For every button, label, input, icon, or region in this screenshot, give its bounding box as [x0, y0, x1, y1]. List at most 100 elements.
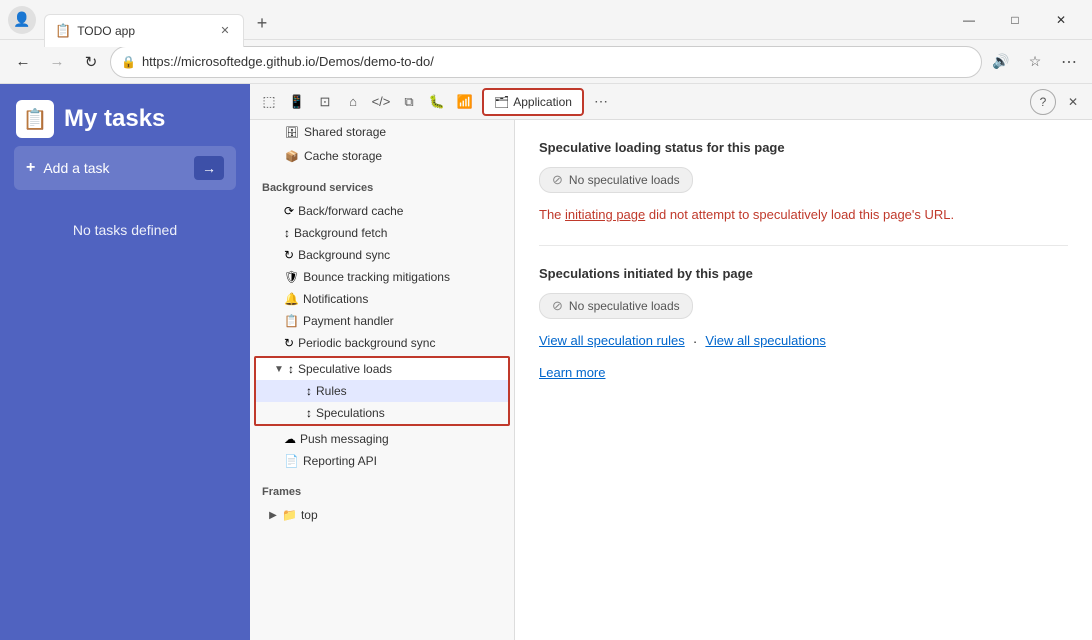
sidebar-tree: 🗄 Shared storage 📦 Cache storage Backgro…	[250, 120, 515, 640]
forward-button: →	[42, 47, 72, 77]
bug-icon[interactable]: 🐛	[424, 89, 450, 115]
learn-more-link[interactable]: Learn more	[539, 365, 605, 380]
back-forward-label: Back/forward cache	[298, 204, 403, 218]
tree-item-notifications[interactable]: 🔔 Notifications	[250, 288, 514, 310]
app-panel: 📋 My tasks + Add a task → No tasks defin…	[0, 84, 250, 640]
close-button[interactable]: ✕	[1038, 4, 1084, 36]
tree-item-speculations[interactable]: ↕ Speculations	[256, 402, 508, 424]
section1-title: Speculative loading status for this page	[539, 140, 1068, 155]
read-aloud-button[interactable]: 🔊	[986, 47, 1016, 77]
frames-header: Frames	[250, 480, 514, 504]
background-services-header: Background services	[250, 176, 514, 200]
toggle-drawer-icon[interactable]: ⊡	[312, 89, 338, 115]
frames-top-expand-icon: ▶	[266, 510, 280, 521]
settings-menu-button[interactable]: ⋯	[1054, 47, 1084, 77]
bounce-tracking-label: Bounce tracking mitigations	[303, 270, 450, 284]
application-tab-icon: 🗂	[494, 95, 509, 109]
speculations-icon: ↕	[306, 406, 312, 420]
no-loads-badge-label-2: No speculative loads	[569, 299, 680, 313]
devtools-toolbar: ⬚ 📱 ⊡ ⌂ </> ⧉ 🐛 📶 🗂 Application ⋯ ? ✕	[250, 84, 1092, 120]
tree-item-back-forward-cache[interactable]: ⟳ Back/forward cache	[250, 200, 514, 222]
device-emulation-icon[interactable]: 📱	[284, 89, 310, 115]
devtools-close-button[interactable]: ✕	[1060, 89, 1086, 115]
tree-item-payment-handler[interactable]: 📋 Payment handler	[250, 310, 514, 332]
tree-item-background-fetch[interactable]: ↕ Background fetch	[250, 222, 514, 244]
arrow-icon: →	[194, 156, 224, 180]
app-title: My tasks	[64, 105, 165, 133]
devtools-more-button[interactable]: ⋯	[588, 89, 614, 115]
application-tab-label: Application	[513, 95, 572, 109]
tab-close-icon[interactable]: ✕	[217, 23, 233, 39]
background-sync-label: Background sync	[298, 248, 390, 262]
push-messaging-label: Push messaging	[300, 432, 389, 446]
tree-item-shared-storage[interactable]: 🗄 Shared storage	[250, 120, 514, 144]
reporting-api-label: Reporting API	[303, 454, 377, 468]
back-forward-icon: ⟳	[284, 204, 294, 218]
payment-handler-label: Payment handler	[303, 314, 394, 328]
tree-item-push-messaging[interactable]: ☁ Push messaging	[250, 428, 514, 450]
cursor-tool-icon[interactable]: ⬚	[256, 89, 282, 115]
no-loads-badge-1: ⊘ No speculative loads	[539, 167, 693, 193]
frames-top-icon: 📁	[282, 508, 297, 522]
tree-item-cache-storage[interactable]: 📦 Cache storage	[250, 144, 514, 168]
no-loads-badge-label-1: No speculative loads	[569, 173, 680, 187]
tree-item-reporting-api[interactable]: 📄 Reporting API	[250, 450, 514, 472]
status-suffix: did not attempt to speculatively load th…	[645, 207, 954, 222]
reporting-api-icon: 📄	[284, 454, 299, 468]
no-loads-badge-icon-2: ⊘	[552, 298, 563, 314]
devtools-help-button[interactable]: ?	[1030, 89, 1056, 115]
tree-item-periodic-bg-sync[interactable]: ↻ Periodic background sync	[250, 332, 514, 354]
view-all-rules-link[interactable]: View all speculation rules	[539, 333, 685, 348]
layers-icon[interactable]: ⧉	[396, 89, 422, 115]
payment-handler-icon: 📋	[284, 314, 299, 328]
initiating-page-link[interactable]: initiating page	[565, 207, 645, 222]
shared-storage-label: Shared storage	[304, 125, 386, 139]
cache-storage-icon: 📦	[284, 148, 300, 164]
address-bar[interactable]: 🔒 https://microsoftedge.github.io/Demos/…	[110, 46, 982, 78]
back-button[interactable]: ←	[8, 47, 38, 77]
section2-title: Speculations initiated by this page	[539, 266, 1068, 281]
no-loads-badge-2: ⊘ No speculative loads	[539, 293, 693, 319]
minimize-button[interactable]: —	[946, 4, 992, 36]
new-tab-button[interactable]: +	[248, 10, 276, 38]
periodic-bg-sync-label: Periodic background sync	[298, 336, 435, 350]
url-text: https://microsoftedge.github.io/Demos/de…	[142, 54, 434, 69]
profile-icon[interactable]: 👤	[8, 6, 36, 34]
frames-top-label: top	[301, 508, 318, 522]
tree-item-frames-top[interactable]: ▶ 📁 top	[250, 504, 514, 526]
bounce-tracking-icon: 🛡	[284, 270, 299, 284]
dot-separator: ·	[693, 333, 698, 349]
speculative-loads-icon: ↕	[288, 362, 294, 376]
speculations-label: Speculations	[316, 406, 385, 420]
favorites-button[interactable]: ☆	[1020, 47, 1050, 77]
reload-button[interactable]: ↻	[76, 47, 106, 77]
source-icon[interactable]: </>	[368, 89, 394, 115]
network-icon[interactable]: 📶	[452, 89, 478, 115]
background-fetch-label: Background fetch	[294, 226, 387, 240]
speculative-loads-label: Speculative loads	[298, 362, 392, 376]
maximize-button[interactable]: □	[992, 4, 1038, 36]
add-task-label: Add a task	[43, 160, 194, 176]
application-tab[interactable]: 🗂 Application	[482, 88, 584, 116]
browser-tab[interactable]: 📋 TODO app ✕	[44, 14, 244, 47]
app-logo: 📋	[16, 100, 54, 138]
rules-label: Rules	[316, 384, 347, 398]
home-icon[interactable]: ⌂	[340, 89, 366, 115]
tree-item-background-sync[interactable]: ↻ Background sync	[250, 244, 514, 266]
tree-item-rules[interactable]: ↕ Rules	[256, 380, 508, 402]
push-messaging-icon: ☁	[284, 432, 296, 446]
status-prefix: The	[539, 207, 565, 222]
main-panel: Speculative loading status for this page…	[515, 120, 1092, 640]
lock-icon: 🔒	[121, 55, 136, 69]
cache-storage-label: Cache storage	[304, 149, 382, 163]
notifications-label: Notifications	[303, 292, 368, 306]
background-fetch-icon: ↕	[284, 226, 290, 240]
add-task-button[interactable]: + Add a task →	[14, 146, 236, 190]
tree-item-speculative-loads[interactable]: ▼ ↕ Speculative loads	[256, 358, 508, 380]
background-sync-icon: ↻	[284, 248, 294, 262]
plus-icon: +	[26, 159, 35, 177]
no-tasks-message: No tasks defined	[0, 206, 250, 254]
periodic-bg-sync-icon: ↻	[284, 336, 294, 350]
tree-item-bounce-tracking[interactable]: 🛡 Bounce tracking mitigations	[250, 266, 514, 288]
view-all-speculations-link[interactable]: View all speculations	[705, 333, 825, 348]
